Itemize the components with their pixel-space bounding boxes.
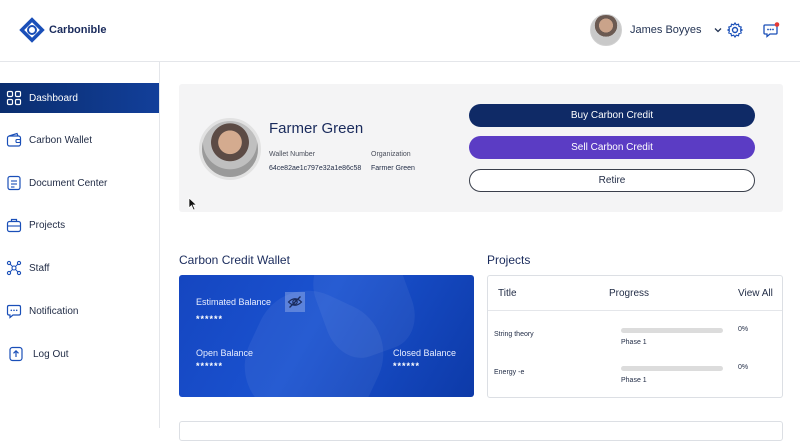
- user-menu[interactable]: James Boyyes: [590, 14, 724, 46]
- wallet-icon: [6, 132, 22, 147]
- sidebar-item-label: Projects: [29, 219, 66, 231]
- sidebar-item-staff[interactable]: Staff: [0, 253, 159, 283]
- sidebar-item-carbon-wallet[interactable]: Carbon Wallet: [0, 125, 159, 155]
- carbonible-logo-icon: [19, 17, 45, 43]
- sidebar-item-notification[interactable]: Notification: [0, 296, 159, 326]
- table-divider: [488, 310, 782, 311]
- mouse-cursor-icon: [188, 197, 198, 211]
- project-name: Energy -e: [494, 369, 525, 376]
- sidebar-item-label: Dashboard: [29, 92, 78, 104]
- open-balance-label: Open Balance: [196, 348, 254, 358]
- closed-balance-value: ******: [393, 361, 421, 371]
- sidebar-item-document-center[interactable]: Document Center: [0, 168, 159, 198]
- profile-name: Farmer Green: [269, 120, 364, 137]
- sidebar-item-label: Log Out: [33, 348, 69, 360]
- chat-notification-icon[interactable]: [762, 21, 780, 39]
- estimated-balance-label: Estimated Balance: [196, 297, 272, 307]
- sidebar-item-logout[interactable]: Log Out: [0, 339, 159, 369]
- wallet-number-value: 64ce82ae1c797e32a1e86c58: [269, 165, 362, 172]
- closed-balance-label: Closed Balance: [393, 348, 457, 358]
- sell-carbon-credit-button[interactable]: Sell Carbon Credit: [469, 136, 755, 159]
- toggle-visibility-button[interactable]: [285, 292, 305, 312]
- brand-name: Carbonible: [49, 24, 107, 36]
- sidebar: Dashboard Carbon Wallet Document Center …: [0, 62, 160, 428]
- document-icon: [7, 175, 21, 191]
- chat-icon: [6, 304, 22, 319]
- sidebar-item-label: Document Center: [29, 177, 108, 189]
- project-phase: Phase 1: [621, 339, 647, 346]
- eye-off-icon: [287, 296, 303, 308]
- open-balance-value: ******: [196, 361, 224, 371]
- sidebar-item-label: Carbon Wallet: [29, 134, 92, 146]
- progress-percent: 0%: [738, 364, 749, 371]
- sidebar-item-dashboard[interactable]: Dashboard: [0, 83, 159, 113]
- user-name: James Boyyes: [630, 24, 702, 36]
- buy-carbon-credit-button[interactable]: Buy Carbon Credit: [469, 104, 755, 127]
- logout-icon: [9, 346, 23, 362]
- retire-button[interactable]: Retire: [469, 169, 755, 192]
- bottom-card: [179, 421, 783, 441]
- gear-icon[interactable]: [726, 21, 744, 39]
- progress-bar: [621, 366, 723, 371]
- organization-label: Organization: [371, 151, 411, 158]
- organization-value: Farmer Green: [371, 165, 415, 172]
- staff-icon: [6, 260, 22, 276]
- projects-section-title: Projects: [487, 253, 531, 267]
- progress-bar: [621, 328, 723, 333]
- briefcase-icon: [6, 218, 22, 233]
- progress-percent: 0%: [738, 326, 749, 333]
- view-all-link[interactable]: View All: [738, 288, 773, 299]
- user-avatar: [590, 14, 622, 46]
- projects-table: Title Progress View All String theory Ph…: [487, 275, 783, 398]
- project-name: String theory: [494, 331, 534, 338]
- profile-card: Farmer Green Wallet Number 64ce82ae1c797…: [179, 84, 783, 212]
- sidebar-item-projects[interactable]: Projects: [0, 210, 159, 240]
- wallet-number-label: Wallet Number: [269, 151, 316, 158]
- column-header-title: Title: [498, 288, 517, 299]
- sidebar-item-label: Staff: [29, 262, 50, 274]
- estimated-balance-value: ******: [196, 314, 224, 324]
- carbon-wallet-card: Estimated Balance ****** Open Balance **…: [179, 275, 474, 397]
- top-bar: Carbonible James Boyyes: [0, 0, 800, 62]
- wallet-section-title: Carbon Credit Wallet: [179, 253, 290, 267]
- grid-icon: [6, 90, 22, 106]
- project-phase: Phase 1: [621, 377, 647, 384]
- sidebar-item-label: Notification: [29, 305, 79, 317]
- chevron-down-icon: [714, 28, 721, 33]
- profile-avatar: [199, 118, 261, 180]
- column-header-progress: Progress: [609, 288, 650, 299]
